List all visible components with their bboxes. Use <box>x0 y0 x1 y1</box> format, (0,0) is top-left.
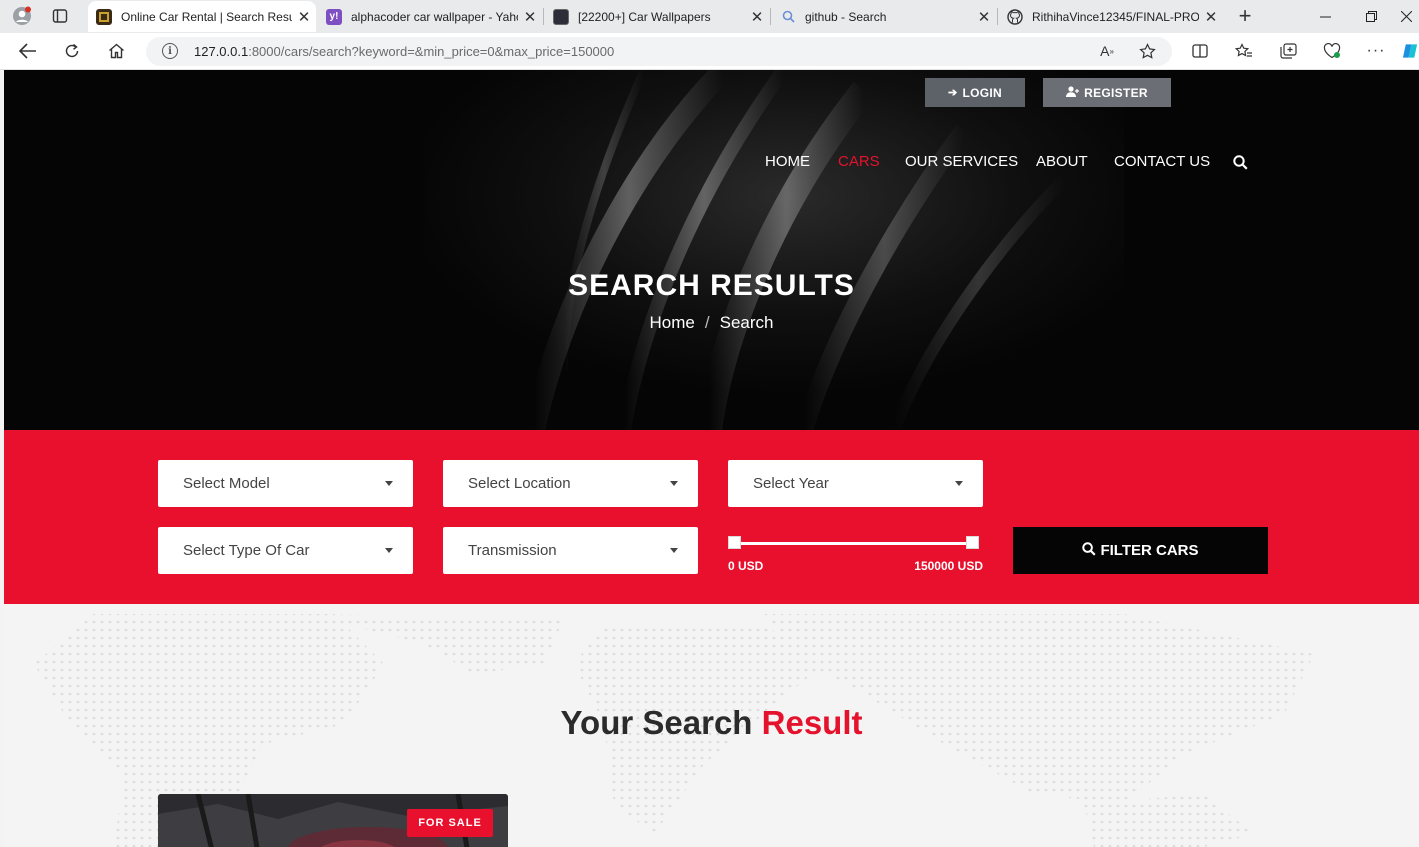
tab-actions-icon[interactable] <box>47 4 73 28</box>
car-type-select-label: Select Type Of Car <box>183 542 310 559</box>
tab-github-repo[interactable]: RithihaVince12345/FINAL-PROJECT ✕ <box>999 1 1223 32</box>
breadcrumb: Home / Search <box>4 313 1419 333</box>
browser-tab-bar: Online Car Rental | Search Results ✕ y! … <box>0 0 1419 33</box>
results-heading-prefix: Your Search <box>560 704 753 741</box>
register-button[interactable]: REGISTER <box>1043 78 1171 107</box>
yahoo-icon: y! <box>326 8 342 25</box>
home-icon[interactable] <box>101 37 131 65</box>
breadcrumb-separator: / <box>704 313 710 332</box>
url-field[interactable]: i 127.0.0.1:8000/cars/search?keyword=&mi… <box>146 37 1172 66</box>
car-type-select[interactable]: Select Type Of Car <box>158 527 413 574</box>
transmission-select-label: Transmission <box>468 542 557 559</box>
tab-separator <box>997 8 998 25</box>
search-icon[interactable] <box>1233 155 1248 174</box>
back-arrow-icon[interactable] <box>13 37 43 65</box>
price-max-label: 150000 USD <box>914 559 983 573</box>
collections-icon[interactable] <box>1274 38 1302 64</box>
price-max-handle[interactable] <box>966 536 979 549</box>
minimize-icon[interactable] <box>1302 0 1348 32</box>
tab-title: alphacoder car wallpaper - Yahoo Search <box>351 9 518 24</box>
tab-title: [22200+] Car Wallpapers <box>578 9 711 24</box>
filter-cars-button[interactable]: FILTER CARS <box>1013 527 1268 574</box>
nav-cars[interactable]: CARS <box>838 153 880 170</box>
github-icon <box>1007 8 1023 25</box>
url-path: :8000/cars/search?keyword=&min_price=0&m… <box>248 44 615 59</box>
login-label: LOGIN <box>962 85 1003 100</box>
tab-yahoo-search[interactable]: y! alphacoder car wallpaper - Yahoo Sear… <box>318 1 542 32</box>
new-tab-icon[interactable]: + <box>1232 3 1258 28</box>
copilot-icon[interactable] <box>1402 38 1419 64</box>
read-aloud-icon[interactable]: A» <box>1093 38 1121 64</box>
filter-cars-label: FILTER CARS <box>1100 542 1199 559</box>
results-heading: Your Search Result <box>4 704 1419 742</box>
favorites-icon[interactable] <box>1230 38 1258 64</box>
restore-icon[interactable] <box>1348 0 1394 32</box>
price-range-slider[interactable]: 0 USD 150000 USD <box>728 534 983 574</box>
breadcrumb-home[interactable]: Home <box>650 313 695 332</box>
login-button[interactable]: ➔ LOGIN <box>925 78 1025 107</box>
browser-address-bar: i 127.0.0.1:8000/cars/search?keyword=&mi… <box>0 33 1419 70</box>
year-select[interactable]: Select Year <box>728 460 983 507</box>
close-tab-icon[interactable]: ✕ <box>745 8 769 26</box>
price-min-label: 0 USD <box>728 559 764 573</box>
model-select[interactable]: Select Model <box>158 460 413 507</box>
tab-title: Online Car Rental | Search Results <box>121 9 292 24</box>
tab-car-wallpapers[interactable]: [22200+] Car Wallpapers ✕ <box>545 1 769 32</box>
year-select-label: Select Year <box>753 475 829 492</box>
nav-about[interactable]: ABOUT <box>1036 153 1088 170</box>
for-sale-badge: FOR SALE <box>407 809 493 837</box>
tab-separator <box>770 8 771 25</box>
sign-in-icon: ➔ <box>947 87 958 99</box>
location-select-label: Select Location <box>468 475 571 492</box>
caret-down-icon <box>670 548 678 553</box>
nav-contact-us[interactable]: CONTACT US <box>1114 153 1210 170</box>
favorite-star-icon[interactable] <box>1133 38 1161 64</box>
page-title: SEARCH RESULTS <box>568 269 855 302</box>
tab-separator <box>543 8 544 25</box>
refresh-icon[interactable] <box>57 37 87 65</box>
caret-down-icon <box>955 481 963 486</box>
caret-down-icon <box>385 481 393 486</box>
search-icon <box>780 9 796 25</box>
more-options-icon[interactable]: ··· <box>1362 38 1390 64</box>
close-tab-icon[interactable]: ✕ <box>518 8 542 26</box>
close-tab-icon[interactable]: ✕ <box>1199 8 1223 26</box>
price-min-handle[interactable] <box>728 536 741 549</box>
location-select[interactable]: Select Location <box>443 460 698 507</box>
car-card[interactable]: FOR SALE <box>158 794 508 847</box>
search-icon <box>1082 541 1097 560</box>
tab-title: github - Search <box>805 9 887 24</box>
wallpaper-site-icon <box>553 8 569 25</box>
close-window-icon[interactable] <box>1394 0 1419 32</box>
breadcrumb-current: Search <box>719 313 774 332</box>
main-navigation: HOME CARS OUR SERVICES ABOUT CONTACT US <box>4 153 1419 173</box>
nav-home[interactable]: HOME <box>765 153 810 170</box>
register-label: REGISTER <box>1084 85 1148 100</box>
close-tab-icon[interactable]: ✕ <box>292 8 316 26</box>
filter-panel: Select Model Select Location Select Year… <box>4 430 1419 604</box>
tab-github-search[interactable]: github - Search ✕ <box>772 1 996 32</box>
results-section: Your Search Result FOR SALE <box>4 604 1419 847</box>
split-screen-icon[interactable] <box>1186 38 1214 64</box>
url-text: 127.0.0.1:8000/cars/search?keyword=&min_… <box>194 44 614 59</box>
caret-down-icon <box>385 548 393 553</box>
tab-title: RithihaVince12345/FINAL-PROJECT <box>1032 9 1199 24</box>
caret-down-icon <box>670 481 678 486</box>
close-tab-icon[interactable]: ✕ <box>972 8 996 26</box>
tab-online-car-rental[interactable]: Online Car Rental | Search Results ✕ <box>88 1 316 32</box>
browser-essentials-icon[interactable] <box>1318 38 1346 64</box>
app-logo-icon <box>96 8 112 25</box>
hero-background-image <box>4 70 1419 430</box>
page-content: ➔ LOGIN REGISTER HOME CARS OUR SERVICES … <box>4 70 1419 847</box>
hero-banner: ➔ LOGIN REGISTER HOME CARS OUR SERVICES … <box>4 70 1419 430</box>
nav-our-services[interactable]: OUR SERVICES <box>905 153 1018 170</box>
transmission-select[interactable]: Transmission <box>443 527 698 574</box>
model-select-label: Select Model <box>183 475 270 492</box>
url-host: 127.0.0.1 <box>194 44 249 59</box>
price-range-track <box>732 542 976 545</box>
results-heading-accent: Result <box>761 704 863 741</box>
profile-avatar-icon[interactable] <box>9 4 35 28</box>
user-plus-icon <box>1066 85 1080 100</box>
site-info-icon[interactable]: i <box>162 43 178 59</box>
